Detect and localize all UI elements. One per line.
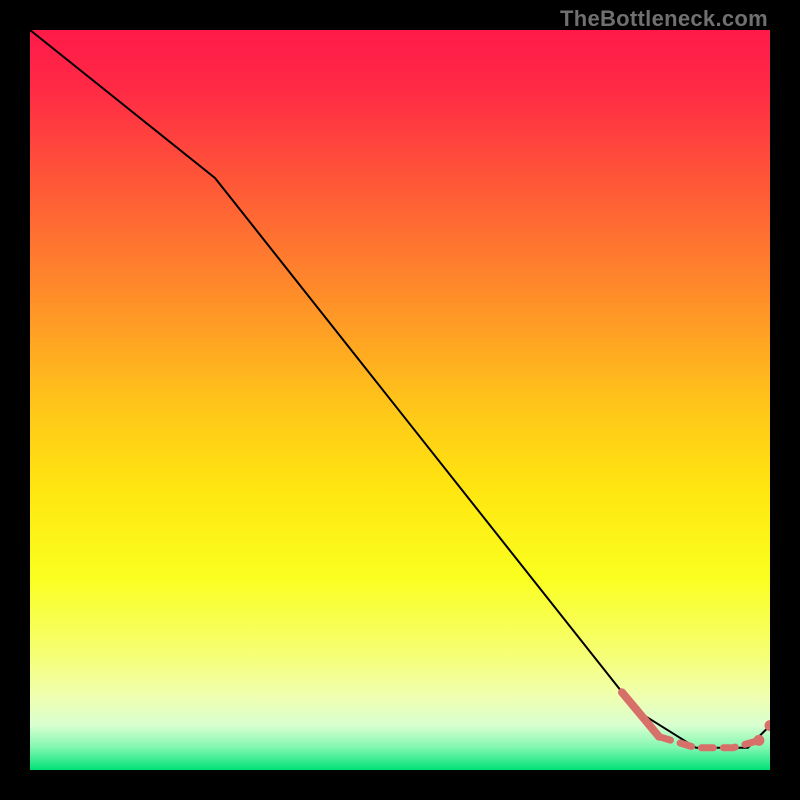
plot-overlay xyxy=(30,30,770,770)
data-marker-0 xyxy=(753,735,764,746)
series-highlight-segment-dashed xyxy=(659,737,759,748)
series-highlight-segment-solid xyxy=(622,692,659,736)
chart-stage: TheBottleneck.com xyxy=(0,0,800,800)
attribution-label: TheBottleneck.com xyxy=(560,6,768,32)
plot-area xyxy=(30,30,770,770)
series-bottleneck-curve xyxy=(30,30,770,748)
